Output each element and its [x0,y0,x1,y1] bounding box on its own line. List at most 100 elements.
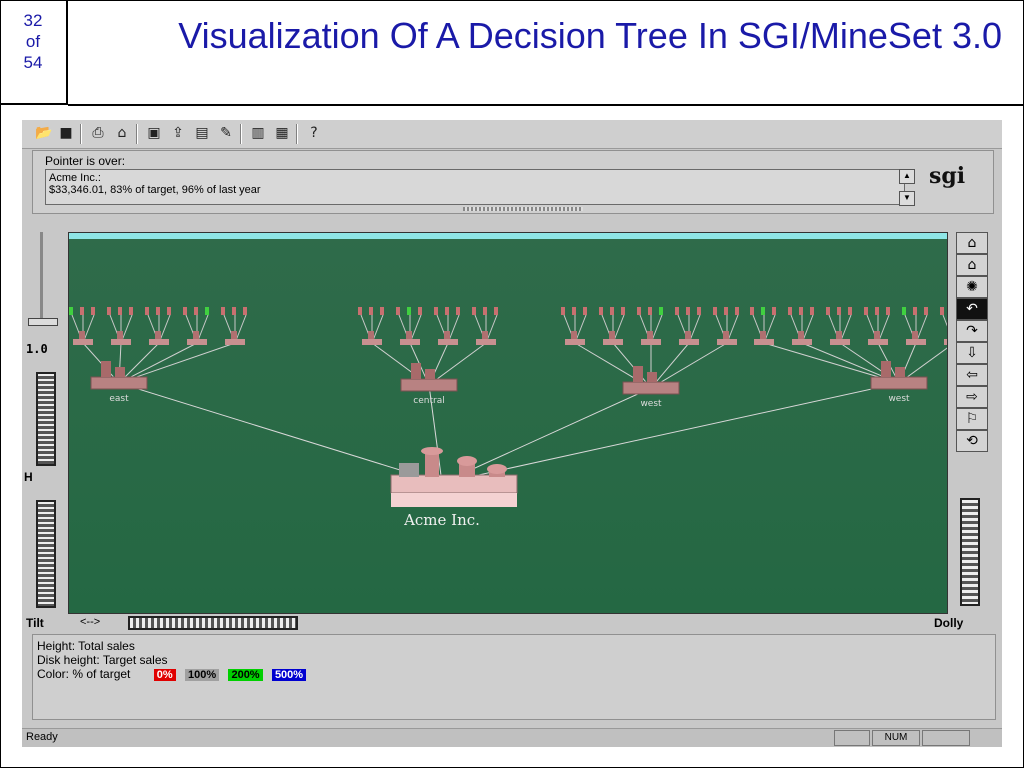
page-total: 54 [23,53,43,72]
left-controls: 1.0 H [22,232,62,612]
scroll-up-button[interactable]: ▲ [899,169,915,184]
save-icon[interactable]: ■ [56,124,76,142]
set-home-icon[interactable]: ⌂ [956,254,988,276]
grandchild-bar [117,331,123,339]
grandchild-node [944,339,947,345]
toolbar-separator [296,124,298,144]
leaf-node [472,307,476,315]
grandchild-node [868,339,888,345]
export-icon[interactable]: ⇪ [168,124,188,142]
panel-sash[interactable] [463,207,583,211]
tilt-thumbwheel[interactable] [36,500,56,608]
leaf-node [358,307,362,315]
leaf-node [156,307,160,315]
page-of: of [25,32,41,51]
legend-panel: Height: Total sales Disk height: Target … [32,634,996,720]
grandchild-node [754,339,774,345]
child-node-bar [881,361,891,377]
root-disk-short [487,464,507,474]
leaf-node [810,307,814,315]
decision-tree-scene: east central west west Acme Inc. [69,307,947,529]
leaf-node [902,307,906,315]
undo-icon[interactable]: ↶ [956,298,988,320]
help-icon[interactable]: ? [304,124,324,142]
leaf-node [456,307,460,315]
leaf-node [675,307,679,315]
leaf-node [750,307,754,315]
flag-icon[interactable]: ⚐ [956,408,988,430]
leaf-node [697,307,701,315]
leaf-node [875,307,879,315]
child-node-base [90,376,148,390]
leaf-node [864,307,868,315]
grandchild-bar [444,331,450,339]
leaf-node [924,307,928,315]
pointer-info-panel: Pointer is over: Acme Inc.: $33,346.01, … [32,150,994,214]
scroll-down-button[interactable]: ▼ [899,191,915,206]
edit-icon[interactable]: ✎ [216,124,236,142]
tree-viewport[interactable]: east central west west Acme Inc. [68,232,948,614]
grandchild-bar [155,331,161,339]
leaf-node [483,307,487,315]
mineset-window: 📂 ■ ⎙ ⌂ ▣ ⇪ ▤ ✎ ▥ ▦ ? Pointer is over: A… [22,120,1002,747]
home-icon[interactable]: ⌂ [956,232,988,254]
data-icon[interactable]: ▥ [248,124,268,142]
root-base-front [391,493,517,507]
status-cell-blank [834,730,870,746]
height-thumbwheel[interactable] [36,372,56,466]
status-bar: Ready NUM [22,728,1002,747]
root-base [390,474,518,494]
child-node-bar [895,367,905,377]
redo-icon[interactable]: ↷ [956,320,988,342]
leaf-node [129,307,133,315]
leaf-node [572,307,576,315]
header-divider [68,104,1024,106]
load-icon[interactable]: ▣ [144,124,164,142]
grandchild-bar [79,331,85,339]
leaf-node [610,307,614,315]
child-node-bar [633,366,643,382]
tree-mid-nodes: east central west west [73,331,947,409]
child-node-bar [411,363,421,379]
open-folder-icon[interactable]: 📂 [34,124,54,142]
grandchild-node [400,339,420,345]
leaf-node [232,307,236,315]
grandchild-bar [760,331,766,339]
leaf-node [713,307,717,315]
window-icon[interactable]: ▦ [272,124,292,142]
zoom-slider-thumb[interactable] [28,318,58,326]
status-text: Ready [26,731,58,743]
grandchild-bar [193,331,199,339]
grandchild-node [906,339,926,345]
grandchild-node [111,339,131,345]
view-all-icon[interactable]: ✺ [956,276,988,298]
print-setup-icon[interactable]: ⌂ [112,124,132,142]
arrow-right-icon[interactable]: ⇨ [956,386,988,408]
pointer-info-text[interactable]: Acme Inc.: $33,346.01, 83% of target, 96… [45,169,905,205]
leaf-node [221,307,225,315]
status-num: NUM [872,730,920,746]
view-icon[interactable]: ▤ [192,124,212,142]
grandchild-bar [482,331,488,339]
child-node-label: east [109,394,129,404]
toolbar-separator [80,124,82,144]
leaf-node [380,307,384,315]
edge-root-child [118,382,443,484]
rotate-icon[interactable]: ⟲ [956,430,988,452]
toolbar: 📂 ■ ⎙ ⌂ ▣ ⇪ ▤ ✎ ▥ ▦ ? [22,120,1002,149]
grandchild-node [792,339,812,345]
leaf-node [107,307,111,315]
pan-thumbwheel[interactable] [128,616,298,630]
child-node-base [870,376,928,390]
zoom-slider-track[interactable] [40,232,43,322]
leaf-node [434,307,438,315]
arrow-left-icon[interactable]: ⇦ [956,364,988,386]
root-disk-tall [421,447,443,455]
child-node-bar [101,361,111,377]
arrow-down-icon[interactable]: ⇩ [956,342,988,364]
leaf-node [69,307,73,315]
leaf-node [118,307,122,315]
print-icon[interactable]: ⎙ [88,124,108,142]
leaf-node [648,307,652,315]
dolly-thumbwheel[interactable] [960,498,980,606]
